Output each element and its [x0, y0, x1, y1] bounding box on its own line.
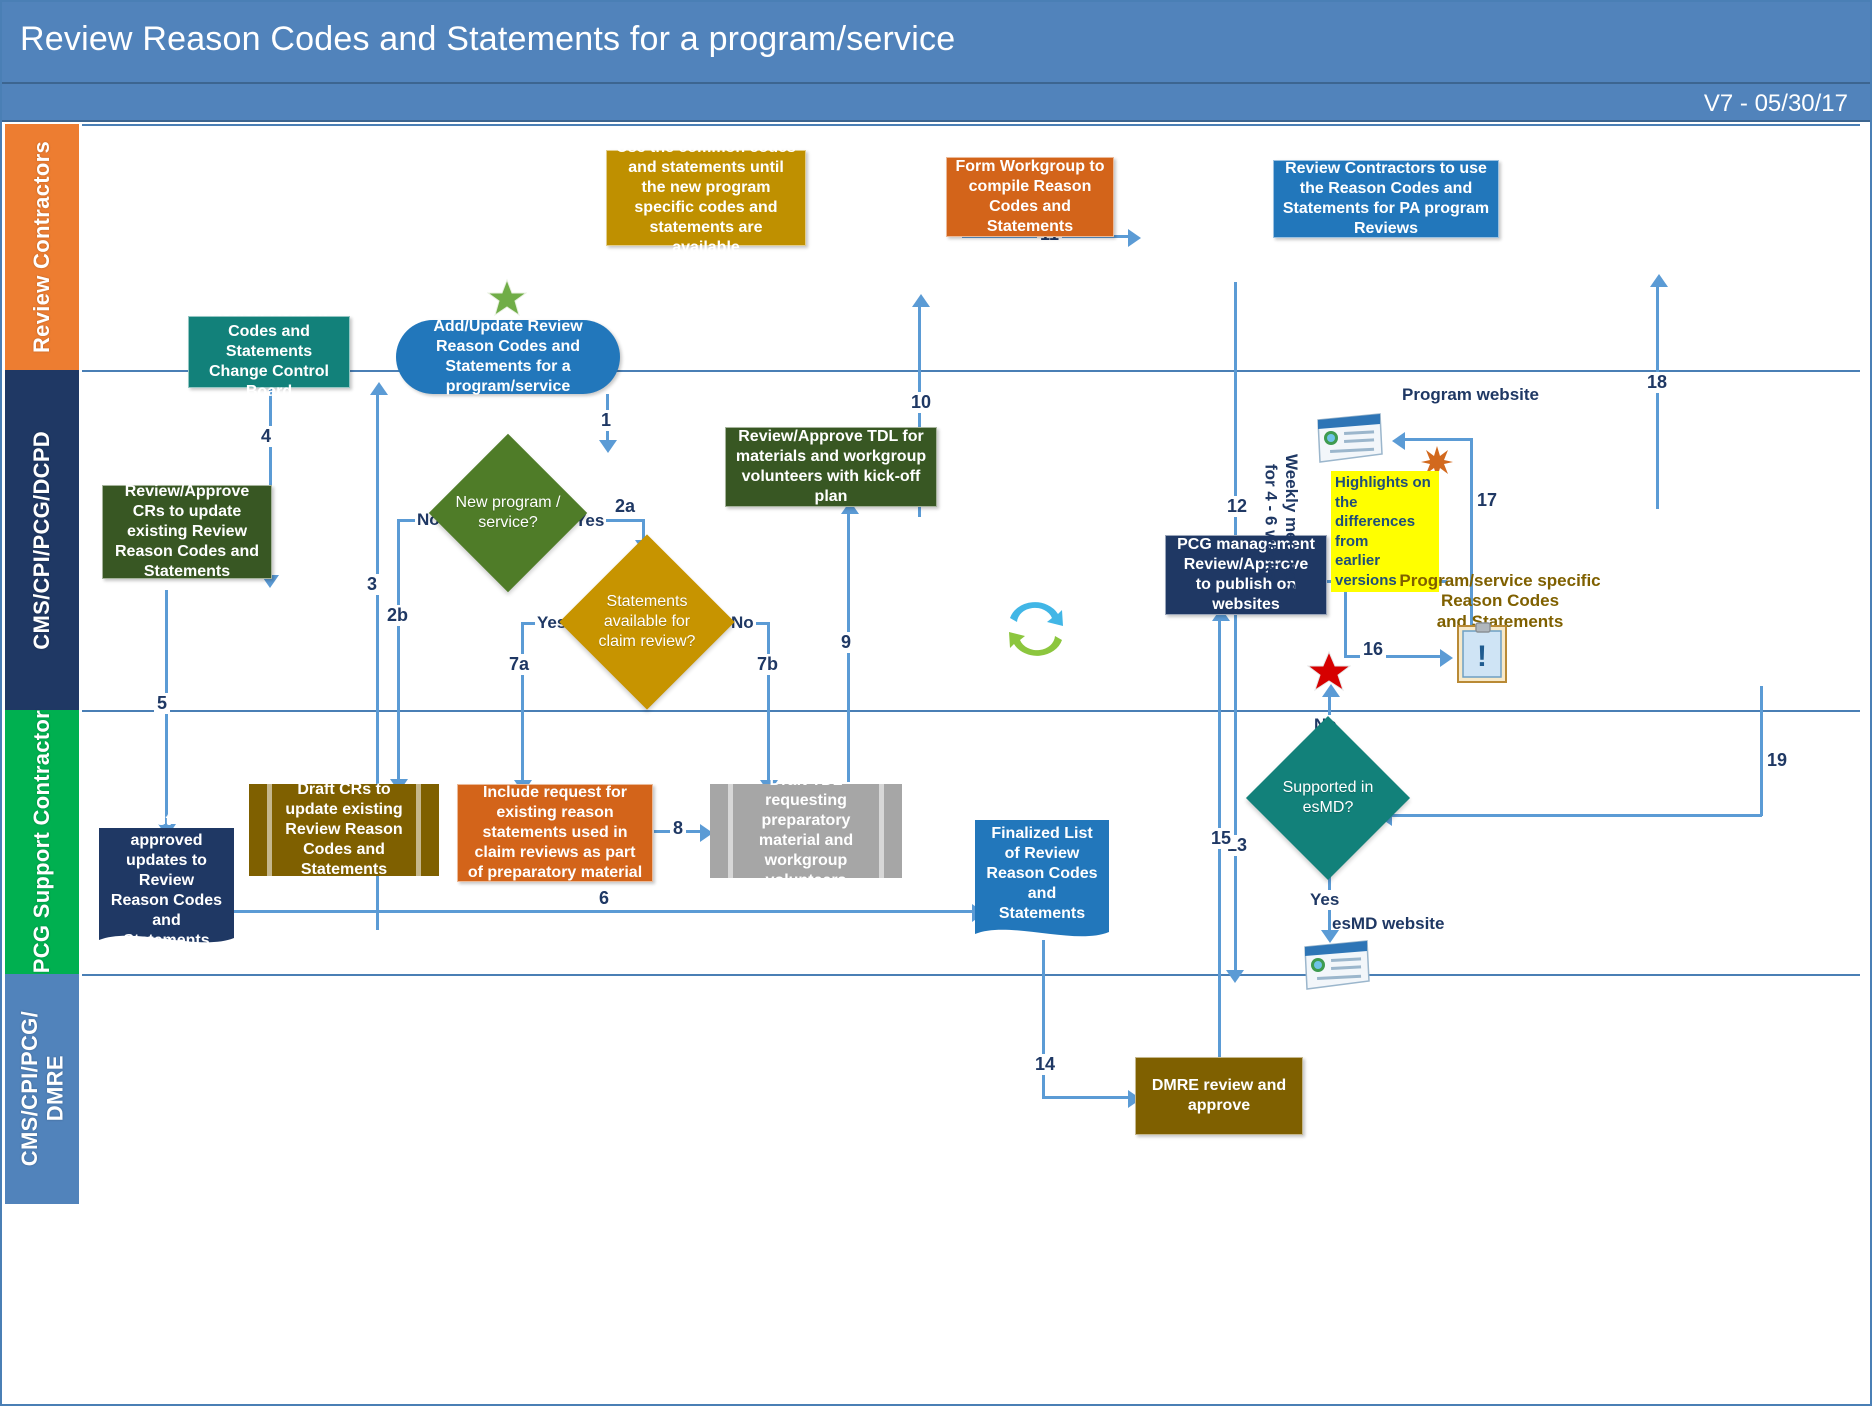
step-label-2b: 2b	[384, 605, 412, 626]
svg-text:!: !	[1477, 640, 1487, 673]
node-label: Form Workgroup to compile Reason Codes a…	[955, 158, 1105, 235]
arrowhead-11	[1128, 229, 1141, 247]
node-label: Draft CRs to update existing Review Reas…	[285, 781, 403, 878]
node-label: Add/Update Review Reason Codes and State…	[433, 318, 583, 395]
node-dmre-review-approve[interactable]: DMRE review and approve	[1135, 1057, 1303, 1135]
step-label-3: 3	[364, 574, 381, 595]
step-label-7b: 7b	[754, 654, 782, 675]
annotation-weekly-meetings: Weekly meetings for 4 - 6 weeks	[1261, 454, 1301, 592]
clipboard-document-icon: !	[1457, 622, 1507, 683]
step-label-18: 18	[1644, 372, 1671, 393]
node-use-common-codes[interactable]: Use the common codes and statements unti…	[606, 139, 806, 256]
connector-7a-v	[521, 622, 524, 782]
swimlane-label-cms-cpi-pcg-dcpd: CMS/CPI/PCG/DCPD	[5, 370, 79, 710]
node-label: Review Reason Codes and Statements Chang…	[209, 303, 329, 400]
connector-19-v	[1760, 686, 1763, 816]
swimlane-body-cms-cpi-pcg-dcpd	[82, 370, 1860, 710]
flowchart-canvas: Review Reason Codes and Statements for a…	[0, 0, 1872, 1406]
node-pcg-management-review[interactable]: PCG management Review/Approve to publish…	[1165, 535, 1327, 615]
website-window-icon	[1317, 413, 1383, 463]
connector-15	[1218, 616, 1221, 1096]
connector-12	[1234, 282, 1237, 972]
node-finalized-list[interactable]: Finalized List of Review Reason Codes an…	[975, 820, 1109, 942]
swimlane-label-pcg-support-contractor: PCG Support Contractor	[5, 710, 79, 974]
arrowhead-17	[1392, 432, 1405, 450]
node-list-of-approved-updates[interactable]: List of approved updates to Review Reaso…	[99, 812, 234, 949]
arrowhead-1	[599, 440, 617, 453]
swimlane-cms-cpi-pcg-dmre: CMS/CPI/PCG/ DMRE	[2, 974, 1870, 1204]
swimlane-cms-cpi-pcg-dcpd: CMS/CPI/PCG/DCPD	[2, 370, 1870, 710]
decision-label: New program / service?	[455, 494, 561, 531]
step-label-1: 1	[598, 410, 615, 431]
step-label-6: 6	[596, 888, 613, 909]
decision-statements-available[interactable]: Statements available for claim review?	[559, 534, 735, 710]
node-form-workgroup[interactable]: Form Workgroup to compile Reason Codes a…	[946, 157, 1114, 237]
connector-16-h2	[1344, 655, 1444, 658]
node-label: DMRE review and approve	[1151, 1077, 1287, 1114]
node-label: Review/Approve TDL for materials and wor…	[735, 428, 927, 505]
step-label-8: 8	[670, 818, 687, 839]
recycle-loop-icon	[1009, 602, 1063, 656]
node-change-control-board[interactable]: Review Reason Codes and Statements Chang…	[188, 303, 350, 400]
swimlane-body-cms-cpi-pcg-dmre	[82, 974, 1860, 1204]
connector-6	[234, 910, 976, 913]
node-label: Review/Approve CRs to update existing Re…	[114, 483, 260, 580]
step-label-14: 14	[1032, 1054, 1059, 1075]
node-label: Use the common codes and statements unti…	[616, 139, 796, 256]
step-label-12: 12	[1224, 496, 1251, 517]
arrowhead-10	[912, 294, 930, 307]
connector-18	[1656, 282, 1659, 509]
step-label-4: 4	[258, 426, 275, 447]
step-label-2a: 2a	[612, 496, 639, 517]
node-review-contractors-use[interactable]: Review Contractors to use the Reason Cod…	[1273, 160, 1499, 238]
decision-new-program[interactable]: New program / service?	[428, 433, 588, 593]
arrowhead-18	[1650, 274, 1668, 287]
node-start-add-update[interactable]: Add/Update Review Reason Codes and State…	[396, 318, 620, 395]
swimlane-label-review-contractors: Review Contractors	[5, 124, 79, 370]
arrowhead-13	[1226, 970, 1244, 983]
branch-label-yes-esmd: Yes	[1308, 890, 1342, 910]
step-label-9: 9	[838, 632, 855, 653]
node-include-request[interactable]: Include request for existing reason stat…	[457, 784, 653, 882]
arrowhead-3	[370, 382, 388, 395]
connector-19-h	[1387, 814, 1762, 817]
node-review-approve-crs[interactable]: Review/Approve CRs to update existing Re…	[102, 483, 272, 580]
node-label: Include request for existing reason stat…	[467, 784, 643, 881]
node-label: List of approved updates to Review Reaso…	[110, 812, 223, 949]
step-label-17: 17	[1474, 490, 1501, 511]
connector-14-h	[1042, 1096, 1132, 1099]
step-label-7a: 7a	[506, 654, 533, 675]
decision-label: Supported in esMD?	[1282, 779, 1374, 816]
arrowhead-16	[1440, 649, 1453, 667]
website-window-icon-esmd	[1304, 940, 1370, 990]
step-label-5: 5	[154, 693, 171, 714]
node-draft-tdl[interactable]: Draft TDL requesting preparatory materia…	[710, 772, 902, 889]
node-label: Finalized List of Review Reason Codes an…	[986, 825, 1098, 922]
step-label-15: 15	[1208, 828, 1235, 849]
annotation-program-website: Program website	[1402, 385, 1539, 404]
node-label: Draft TDL requesting preparatory materia…	[758, 772, 854, 889]
swimlane-label-cms-cpi-pcg-dmre: CMS/CPI/PCG/ DMRE	[5, 974, 79, 1204]
step-label-10: 10	[908, 392, 935, 413]
step-label-19: 19	[1764, 750, 1791, 771]
node-label: Review Contractors to use the Reason Cod…	[1282, 160, 1490, 237]
node-review-approve-tdl[interactable]: Review/Approve TDL for materials and wor…	[725, 427, 937, 507]
red-star-icon	[1307, 650, 1351, 692]
decision-label: Statements available for claim review?	[598, 593, 696, 650]
swimlane-container: Review Contractors CMS/CPI/PCG/DCPD PCG …	[2, 2, 1870, 1404]
decision-supported-in-esmd[interactable]: Supported in esMD?	[1245, 715, 1411, 881]
connector-7b-v	[767, 622, 770, 782]
green-star-icon	[487, 278, 527, 317]
annotation-esmd-website: esMD website	[1332, 914, 1445, 933]
connector-2b-v	[397, 519, 400, 781]
connector-17-h	[1402, 438, 1472, 441]
step-label-16: 16	[1360, 639, 1387, 660]
node-draft-crs[interactable]: Draft CRs to update existing Review Reas…	[249, 781, 439, 878]
